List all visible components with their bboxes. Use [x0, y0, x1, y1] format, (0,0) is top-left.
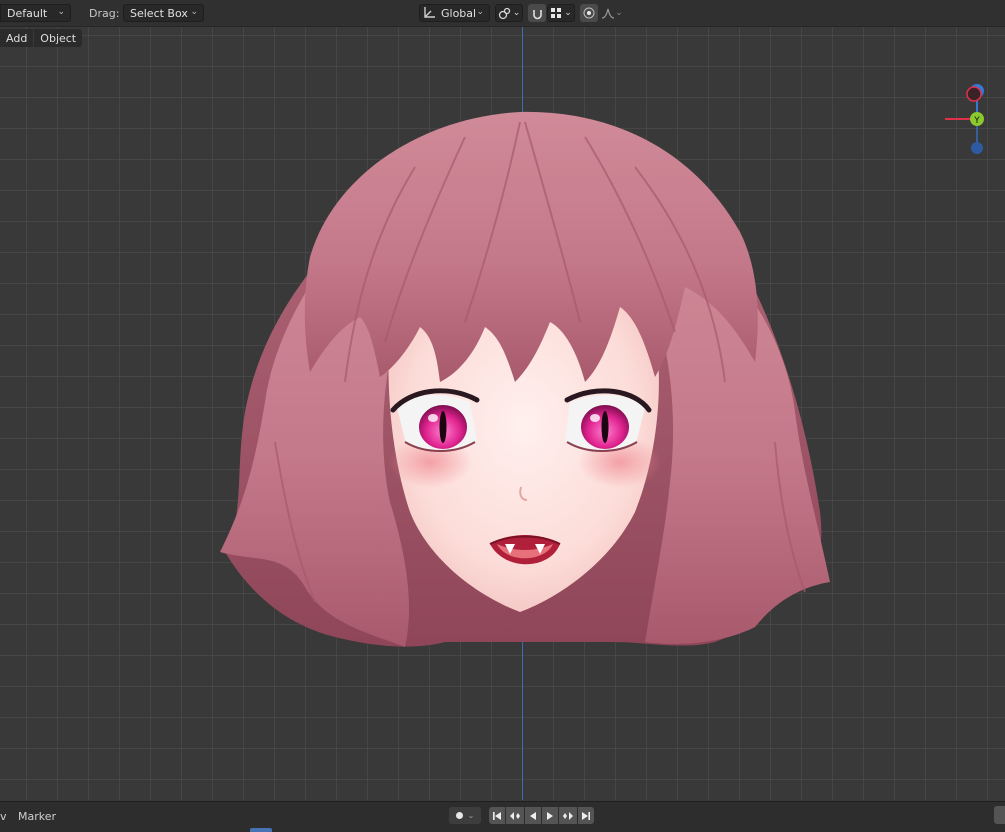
transform-pivot-icon [498, 7, 510, 19]
play-reverse-button[interactable] [525, 807, 541, 824]
next-keyframe-icon [563, 811, 573, 820]
snap-toggle-button[interactable] [528, 4, 546, 22]
jump-end-icon [582, 811, 590, 820]
transform-orientation-icon [423, 5, 437, 22]
character-head-model[interactable] [215, 82, 835, 652]
orientation-value: Global [441, 6, 477, 20]
snap-icon [532, 9, 542, 19]
drag-label: Drag: [89, 7, 120, 20]
chevron-down-icon: ⌄ [476, 7, 484, 17]
jump-prev-keyframe-button[interactable] [506, 807, 524, 824]
navigation-gizmo[interactable]: Z Y [945, 53, 1005, 163]
snap-target-button[interactable]: ⌄ [547, 4, 575, 22]
play-reverse-icon [530, 811, 536, 820]
frame-indicator[interactable] [250, 828, 272, 832]
eye-right [564, 388, 652, 452]
snap-grid-icon [551, 8, 562, 18]
timeline-header: v Marker ⌄ [0, 801, 1005, 832]
chevron-down-icon: ⌄ [512, 8, 521, 18]
chevron-down-icon: ⌄ [190, 7, 198, 17]
chevron-down-icon: ⌄ [615, 8, 623, 18]
jump-start-icon [493, 811, 501, 820]
menu-object[interactable]: Object [34, 29, 83, 47]
prev-keyframe-icon [510, 811, 520, 820]
keyframe-type-dropdown[interactable]: ⌄ [449, 807, 481, 824]
falloff-curve-icon [602, 8, 615, 19]
pivot-dropdown[interactable]: Default ⌄ [0, 4, 71, 22]
transform-orientation-dropdown[interactable]: Global ⌄ [419, 4, 490, 22]
3d-viewport[interactable]: Add Object Z Y [0, 27, 1005, 800]
menu-view[interactable]: v [0, 810, 7, 823]
timeline-right-edge-button[interactable] [994, 806, 1005, 824]
play-button[interactable] [542, 807, 558, 824]
pivot-dropdown-label: Default [7, 6, 48, 20]
drag-select-value: Select Box [130, 6, 188, 20]
record-dot-icon [455, 812, 463, 819]
jump-end-button[interactable] [578, 807, 594, 824]
viewport-header: Default ⌄ Drag: Select Box ⌄ Global ⌄ ⌄ … [0, 0, 1005, 27]
pivot-point-button[interactable]: ⌄ [495, 4, 523, 22]
play-icon [547, 811, 553, 820]
jump-start-button[interactable] [489, 807, 505, 824]
gizmo-neg-z-axis[interactable] [971, 142, 983, 154]
gizmo-y-label: Y [973, 116, 980, 126]
chevron-down-icon: ⌄ [564, 8, 572, 18]
jump-next-keyframe-button[interactable] [559, 807, 577, 824]
menu-add[interactable]: Add [0, 29, 34, 47]
gizmo-x-axis[interactable] [965, 85, 983, 103]
chevron-down-icon: ⌄ [467, 811, 475, 820]
menu-marker[interactable]: Marker [18, 810, 56, 823]
proportional-edit-icon [583, 7, 595, 19]
proportional-edit-button[interactable] [580, 4, 598, 22]
chevron-down-icon: ⌄ [57, 7, 65, 17]
drag-select-dropdown[interactable]: Select Box ⌄ [123, 4, 204, 22]
viewport-menu-bar: Add Object [0, 29, 83, 49]
proportional-falloff-button[interactable]: ⌄ [599, 4, 625, 22]
